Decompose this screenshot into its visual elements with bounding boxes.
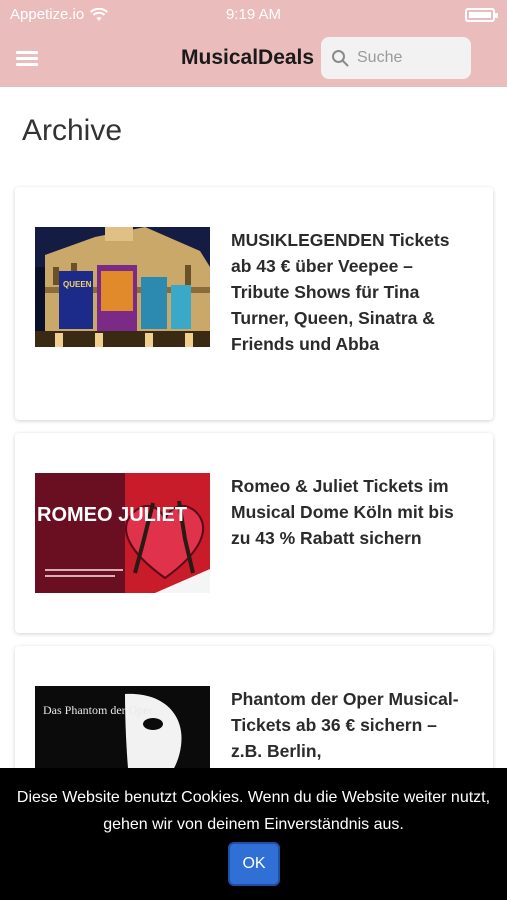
- article-title[interactable]: Phantom der Oper Musical-Tickets ab 36 €…: [231, 686, 471, 764]
- status-bar: Appetize.io 9:19 AM: [0, 0, 507, 30]
- article-thumbnail[interactable]: QUEEN: [35, 227, 210, 347]
- thumbnail-caption: Das Phantom der Oper: [43, 703, 153, 717]
- thumbnail-caption: QUEEN: [63, 280, 92, 289]
- search-input[interactable]: [357, 49, 457, 67]
- status-time: 9:19 AM: [225, 6, 282, 23]
- page-title: Archive: [22, 114, 123, 147]
- article-card-romeo-juliet[interactable]: ROMEO JULIET Romeo & Juliet Tickets im M…: [15, 433, 493, 633]
- cookie-banner: Diese Website benutzt Cookies. Wenn du d…: [0, 768, 507, 900]
- article-title[interactable]: Romeo & Juliet Tickets im Musical Dome K…: [231, 473, 471, 551]
- brand-title[interactable]: MusicalDeals: [181, 46, 314, 70]
- battery-icon: [465, 8, 498, 22]
- article-thumbnail[interactable]: ROMEO JULIET: [35, 473, 210, 593]
- article-card-musiklegenden[interactable]: QUEEN MUSIKLEGENDEN Tickets ab 43 € über…: [15, 187, 493, 420]
- cookie-ok-button[interactable]: OK: [228, 842, 280, 886]
- thumbnail-caption: ROMEO JULIET: [37, 504, 187, 526]
- navbar: MusicalDeals: [0, 30, 507, 87]
- search-box[interactable]: [321, 37, 471, 79]
- cookie-message: Diese Website benutzt Cookies. Wenn du d…: [16, 789, 491, 833]
- hamburger-menu-icon[interactable]: [16, 49, 38, 67]
- article-title[interactable]: MUSIKLEGENDEN Tickets ab 43 € über Veepe…: [231, 227, 471, 357]
- search-icon: [332, 50, 349, 67]
